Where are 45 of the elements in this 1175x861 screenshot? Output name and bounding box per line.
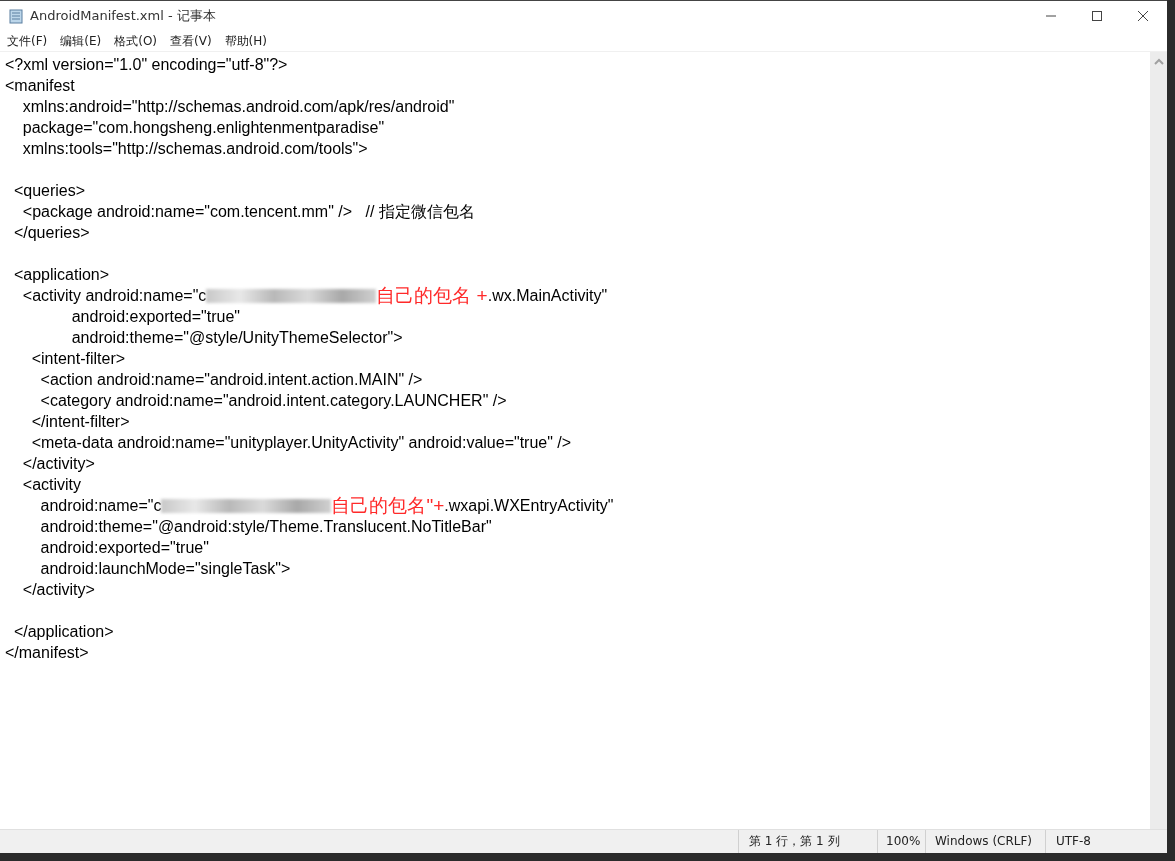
menu-item[interactable]: 文件(F) bbox=[7, 32, 48, 50]
menu-item[interactable]: 编辑(E) bbox=[60, 32, 102, 50]
window-title: AndroidManifest.xml - 记事本 bbox=[30, 7, 216, 25]
code-line: </intent-filter> bbox=[30, 412, 131, 432]
code-line: </manifest> bbox=[5, 643, 90, 663]
annotation-text: 自己的包名 + bbox=[376, 285, 488, 306]
code-line: </queries> bbox=[12, 223, 91, 243]
code-text: .wxapi.WXEntryActivity" bbox=[444, 496, 614, 516]
code-line: android:theme="@style/UnityThemeSelector"> bbox=[70, 328, 404, 348]
code-text: .wx.MainActivity" bbox=[487, 286, 608, 306]
code-line: <action android:name="android.intent.action.MAIN" /> bbox=[39, 370, 424, 390]
maximize-icon[interactable] bbox=[1091, 10, 1103, 22]
code-line: android:exported="true" bbox=[39, 538, 210, 558]
line-ending: Windows (CRLF) bbox=[925, 830, 1045, 853]
menu-item[interactable]: 格式(O) bbox=[114, 32, 158, 50]
code-line: <queries> bbox=[12, 181, 87, 201]
code-line: <meta-data android:name="unityplayer.UnityActivity" android:value="true" /> bbox=[30, 433, 573, 453]
code-line: <manifest bbox=[5, 76, 76, 96]
menu-item[interactable]: 帮助(H) bbox=[224, 32, 267, 50]
code-line: <?xml version="1.0" encoding="utf-8"?> bbox=[5, 55, 289, 75]
scrollbar[interactable] bbox=[1150, 52, 1167, 829]
menu-item[interactable]: 查看(V) bbox=[170, 32, 212, 50]
close-icon[interactable] bbox=[1137, 10, 1149, 22]
code-text: android:name="c bbox=[39, 496, 162, 516]
code-line: </activity> bbox=[21, 454, 96, 474]
code-line: android:exported="true" bbox=[70, 307, 242, 327]
annotation-text: 自己的包名"+ bbox=[331, 495, 445, 516]
code-line: <intent-filter> bbox=[30, 349, 127, 369]
scroll-up-icon[interactable] bbox=[1153, 58, 1164, 66]
code-text: <activity android:name="c bbox=[21, 286, 207, 306]
code-line: <activity bbox=[21, 475, 83, 495]
code-line: xmlns:tools="http://schemas.android.com/tools"> bbox=[21, 139, 369, 159]
code-line: xmlns:android="http://schemas.android.com/apk/res/android" bbox=[21, 97, 456, 117]
cursor-position: 第 1 行，第 1 列 bbox=[738, 830, 877, 853]
zoom-level: 100% bbox=[877, 830, 925, 853]
code-line: package="com.hongsheng.enlightenmentparadise" bbox=[21, 118, 386, 138]
encoding: UTF-8 bbox=[1045, 830, 1167, 853]
code-line: </activity> bbox=[21, 580, 96, 600]
notepad-icon bbox=[8, 8, 24, 24]
code-line: android:launchMode="singleTask"> bbox=[39, 559, 292, 579]
code-line: <package android:name="com.tencent.mm" /> // 指定微信包名 bbox=[21, 202, 476, 222]
code-line: android:theme="@android:style/Theme.Translucent.NoTitleBar" bbox=[39, 517, 493, 537]
code-line: <category android:name="android.intent.category.LAUNCHER" /> bbox=[39, 391, 508, 411]
code-line: <application> bbox=[12, 265, 111, 285]
code-line: </application> bbox=[12, 622, 115, 642]
